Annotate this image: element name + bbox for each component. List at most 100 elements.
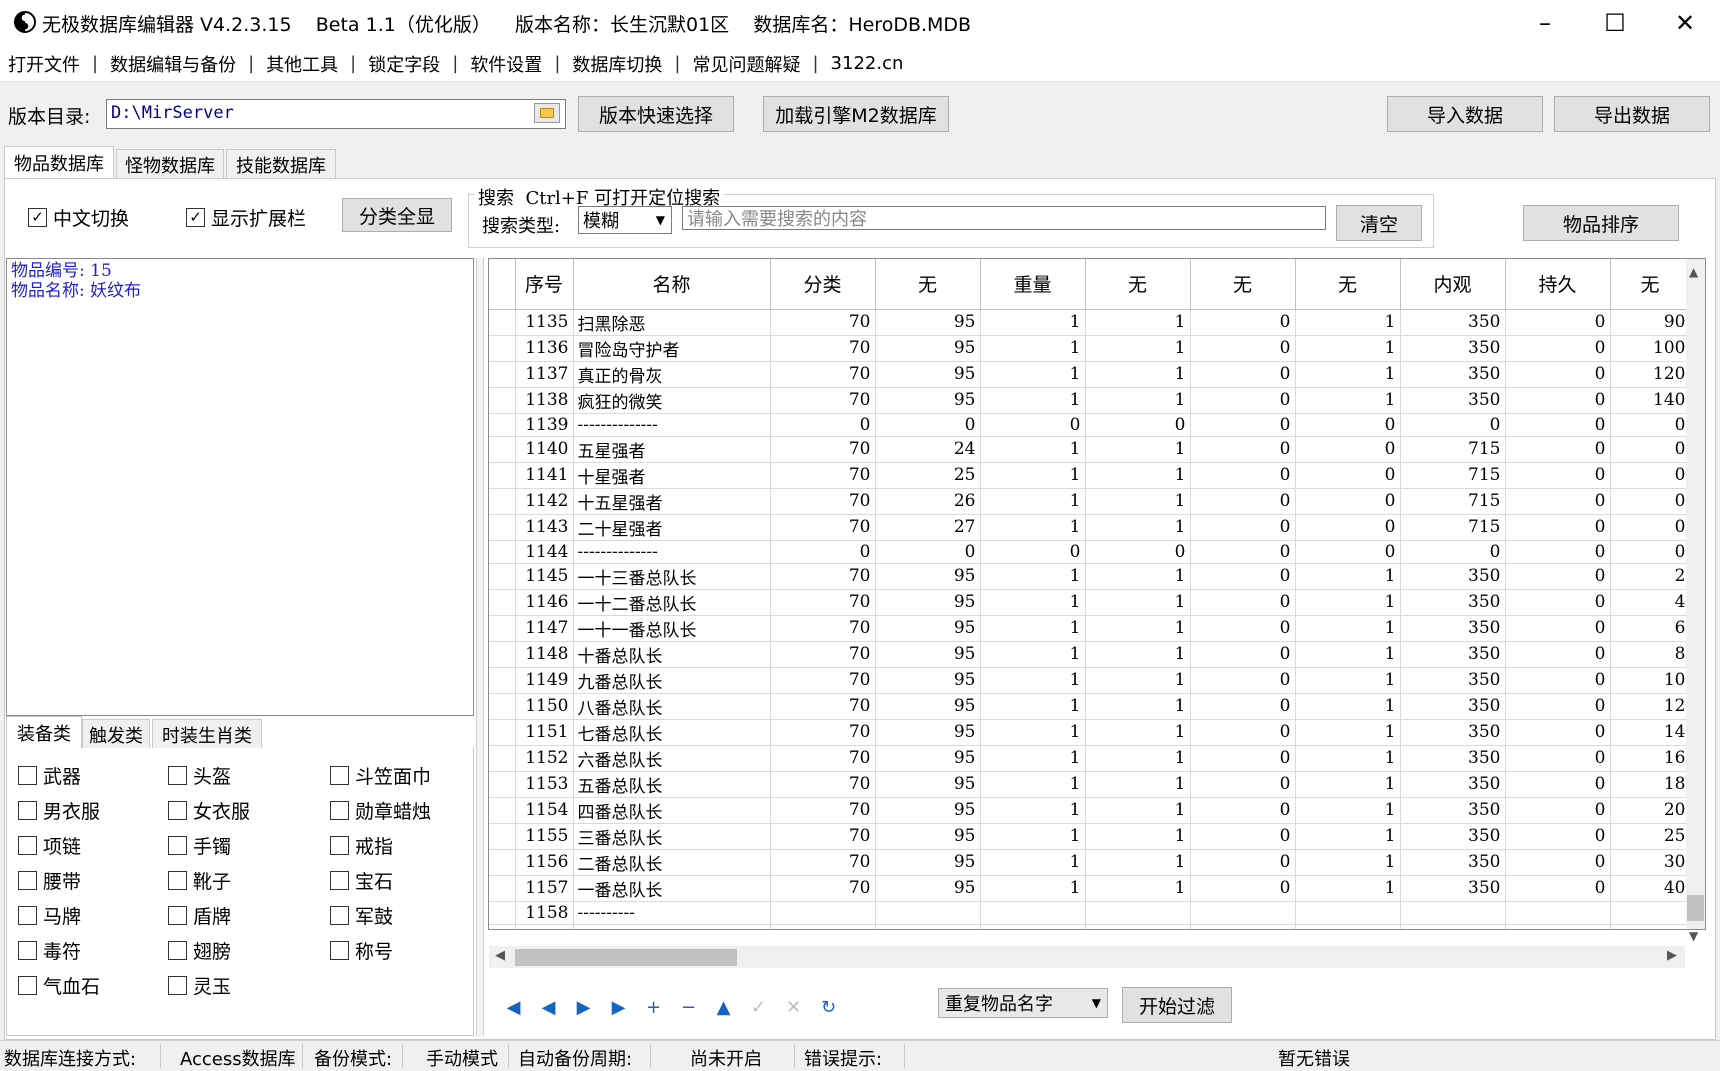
row-selector[interactable] xyxy=(489,436,516,463)
row-selector[interactable] xyxy=(489,693,516,720)
table-cell[interactable]: 95 xyxy=(875,849,981,876)
table-cell[interactable]: 1147 xyxy=(515,615,574,642)
table-cell[interactable]: 0 xyxy=(1190,309,1296,336)
category-checkbox[interactable]: 腰带 xyxy=(18,867,81,894)
table-cell[interactable]: 一十三番总队长 xyxy=(573,563,771,590)
table-cell[interactable]: 1 xyxy=(1085,514,1191,541)
table-cell[interactable]: 0 xyxy=(875,540,981,564)
category-checkbox[interactable]: 气血石 xyxy=(18,972,100,999)
table-cell[interactable]: 1 xyxy=(980,589,1086,616)
table-cell[interactable]: 0 xyxy=(1610,924,1691,929)
table-cell[interactable]: 0 xyxy=(1190,589,1296,616)
table-cell[interactable]: 95 xyxy=(875,719,981,746)
menu-db-switch[interactable]: 数据库切换 xyxy=(572,51,674,77)
table-cell[interactable]: 1136 xyxy=(515,335,574,362)
table-cell[interactable]: 1 xyxy=(1085,361,1191,388)
table-cell[interactable]: 0 xyxy=(1190,540,1296,564)
table-cell[interactable]: 1 xyxy=(1085,693,1191,720)
table-cell[interactable]: 1 xyxy=(1295,563,1401,590)
table-cell[interactable]: 1 xyxy=(1295,823,1401,850)
table-cell[interactable]: 三番总队长 xyxy=(573,823,771,850)
table-row[interactable]: 1149 九番总队长 70 95 1 1 0 1 350 0 10 xyxy=(489,667,1691,694)
export-button[interactable]: 导出数据 xyxy=(1554,96,1710,132)
table-cell[interactable]: 0 xyxy=(1505,719,1611,746)
table-cell[interactable]: 0 xyxy=(1505,488,1611,515)
filter-type-select[interactable]: 重复物品名字 ▼ xyxy=(938,988,1108,1018)
table-cell[interactable]: 1 xyxy=(980,361,1086,388)
table-cell[interactable]: 6 xyxy=(1610,615,1691,642)
table-cell[interactable]: 0 xyxy=(1190,387,1296,414)
scroll-down-icon[interactable]: ▼ xyxy=(1689,929,1698,943)
table-cell[interactable]: 350 xyxy=(1400,849,1506,876)
table-cell[interactable] xyxy=(875,901,981,925)
column-header[interactable]: 无 xyxy=(1610,259,1691,310)
table-cell[interactable]: 350 xyxy=(1400,875,1506,902)
table-cell[interactable]: 0 xyxy=(1190,615,1296,642)
category-checkbox[interactable]: 靴子 xyxy=(168,867,231,894)
table-cell[interactable]: 0 xyxy=(1295,462,1401,489)
table-cell[interactable]: 1 xyxy=(980,823,1086,850)
table-cell[interactable]: 1 xyxy=(1295,387,1401,414)
table-cell[interactable]: 0 xyxy=(1505,771,1611,798)
table-cell[interactable]: 0 xyxy=(1085,540,1191,564)
table-cell[interactable]: 70 xyxy=(770,335,876,362)
table-cell[interactable]: 0 xyxy=(1085,413,1191,437)
table-cell[interactable]: 70 xyxy=(770,823,876,850)
table-cell[interactable]: 120 xyxy=(1610,361,1691,388)
table-cell[interactable]: 真正的骨灰 xyxy=(573,361,771,388)
table-cell[interactable]: 0 xyxy=(1505,563,1611,590)
table-cell[interactable]: 1156 xyxy=(515,849,574,876)
table-row[interactable]: 1148 十番总队长 70 95 1 1 0 1 350 0 8 xyxy=(489,641,1691,668)
next-record-icon[interactable]: ▶ xyxy=(566,992,601,1022)
scroll-left-icon[interactable]: ◀ xyxy=(495,948,505,963)
category-checkbox[interactable]: 盾牌 xyxy=(168,902,231,929)
category-checkbox[interactable]: 武器 xyxy=(18,762,81,789)
table-cell[interactable]: 0 xyxy=(1610,462,1691,489)
table-cell[interactable]: 五番总队长 xyxy=(573,771,771,798)
row-selector[interactable] xyxy=(489,641,516,668)
table-row[interactable]: 1141 十星强者 70 25 1 1 0 0 715 0 0 xyxy=(489,462,1691,489)
row-selector[interactable] xyxy=(489,589,516,616)
table-cell[interactable]: 1 xyxy=(1085,436,1191,463)
table-cell[interactable]: 五星强者 xyxy=(573,436,771,463)
table-cell[interactable]: 0 xyxy=(1610,413,1691,437)
show-all-categories-button[interactable]: 分类全显 xyxy=(342,198,452,232)
column-header[interactable]: 持久 xyxy=(1505,259,1611,310)
row-selector[interactable] xyxy=(489,361,516,388)
table-cell[interactable]: 1 xyxy=(1295,615,1401,642)
table-cell[interactable]: 0 xyxy=(1505,797,1611,824)
table-cell[interactable]: 0 xyxy=(1190,563,1296,590)
table-cell[interactable]: 715 xyxy=(1400,436,1506,463)
table-cell[interactable]: 30 xyxy=(1610,849,1691,876)
table-cell[interactable]: 95 xyxy=(875,589,981,616)
table-cell[interactable]: 1 xyxy=(1295,849,1401,876)
horizontal-scrollbar[interactable]: ◀ ▶ xyxy=(489,946,1685,968)
search-type-select[interactable]: 模糊 ▼ xyxy=(578,206,672,234)
table-cell[interactable]: 0 xyxy=(1505,849,1611,876)
category-checkbox[interactable]: 戒指 xyxy=(330,832,393,859)
column-header[interactable]: 名称 xyxy=(573,259,771,310)
table-cell[interactable]: 七番总队长 xyxy=(573,719,771,746)
table-cell[interactable]: 0 xyxy=(1190,335,1296,362)
table-cell[interactable]: 0 xyxy=(1190,823,1296,850)
table-cell[interactable]: 1 xyxy=(980,488,1086,515)
row-selector[interactable] xyxy=(489,849,516,876)
table-cell[interactable]: 1 xyxy=(980,693,1086,720)
table-cell[interactable]: 70 xyxy=(770,667,876,694)
table-cell[interactable]: 1 xyxy=(1295,361,1401,388)
table-cell[interactable]: 1 xyxy=(1295,745,1401,772)
table-cell[interactable]: 1 xyxy=(1505,924,1611,929)
table-cell[interactable]: 350 xyxy=(1400,667,1506,694)
row-selector[interactable] xyxy=(489,771,516,798)
quick-select-button[interactable]: 版本快速选择 xyxy=(578,96,734,132)
table-cell[interactable]: 0 xyxy=(1505,413,1611,437)
table-cell[interactable]: 70 xyxy=(770,589,876,616)
table-cell[interactable]: 1138 xyxy=(515,387,574,414)
chinese-switch-checkbox[interactable]: ✓ 中文切换 xyxy=(28,204,129,231)
tab-skills-db[interactable]: 技能数据库 xyxy=(226,149,336,179)
table-cell[interactable]: 70 xyxy=(770,462,876,489)
scroll-thumb[interactable] xyxy=(1687,895,1704,921)
table-cell[interactable]: 350 xyxy=(1400,641,1506,668)
table-cell[interactable]: 70 xyxy=(770,309,876,336)
table-cell[interactable]: 70 xyxy=(770,693,876,720)
